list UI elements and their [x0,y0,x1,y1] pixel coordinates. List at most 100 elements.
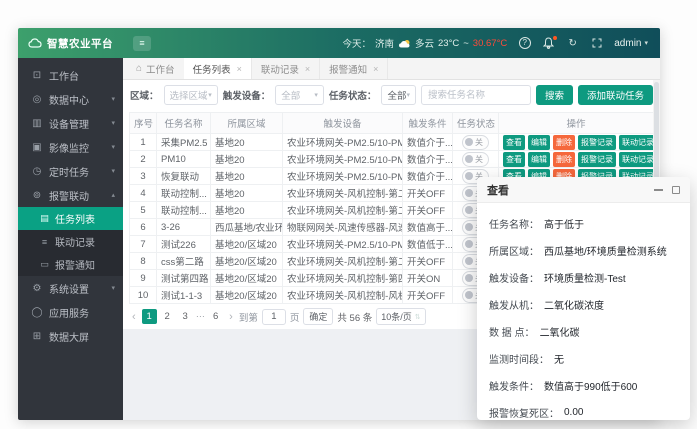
cell-no: 3 [130,168,157,185]
table-head-row: 序号任务名称所属区域触发设备触发条件任务状态操作 [130,113,654,134]
weather-temp-high: 30.67°C [473,38,507,49]
close-icon[interactable]: × [237,64,242,74]
modal-field: 监测时间段：无 [489,345,678,372]
refresh-button[interactable]: ↻ [566,37,579,50]
cell-device: 农业环境网关-风机控制-第二路 [283,185,403,202]
cell-region: 基地20/区域20 [211,236,283,253]
goto-label: 到第 [239,310,258,324]
column-header: 触发设备 [283,113,403,134]
cell-actions: 查看编辑删除报警记录联动记录 [499,134,654,151]
view-button[interactable]: 查看 [503,152,525,167]
cell-condition: 数值介于... [403,151,453,168]
sidebar-item-data-center[interactable]: ◎数据中心▾ [18,87,123,111]
cell-task-name: 联动控制... [157,185,211,202]
status-toggle[interactable]: 关 [462,135,489,150]
sidebar-item-scheduled-tasks[interactable]: ◷定时任务▾ [18,159,123,183]
close-icon[interactable]: × [305,64,310,74]
data-screen-icon: ⊞ [31,331,43,342]
cell-no: 8 [130,253,157,270]
sidebar-item-workbench[interactable]: ⊡工作台 [18,63,123,87]
question-icon: ? [519,37,531,49]
edit-button[interactable]: 编辑 [528,152,550,167]
prev-page-button[interactable]: ‹ [130,311,138,323]
sidebar-item-video-monitor[interactable]: ▣影像监控▾ [18,135,123,159]
tab-alarm-notice[interactable]: 报警通知× [320,58,388,79]
cell-device: 农业环境网关-PM2.5/10-PM2.5 [283,168,403,185]
filter-bar: 区域： 选择区域 ▾ 触发设备： 全部 ▾ 任务状态： 全部 ▾ [123,80,660,110]
delete-button[interactable]: 删除 [553,135,575,150]
chevron-down-icon: ▾ [111,167,115,175]
scheduled-task-icon: ◷ [31,166,43,177]
chevron-down-icon: ▾ [314,91,318,99]
help-button[interactable]: ? [518,37,531,50]
weather-tilde: ~ [463,38,469,49]
search-button[interactable]: 搜索 [536,85,573,105]
notifications-button[interactable] [542,37,555,50]
page-1[interactable]: 1 [142,309,157,324]
cell-no: 2 [130,151,157,168]
cell-condition: 开关OFF [403,185,453,202]
page-6[interactable]: 6 [208,309,223,324]
cell-device: 农业环境网关-风机控制-第二路 [283,202,403,219]
cell-task-name: PM10 [157,151,211,168]
linkage-record-button[interactable]: 联动记录 [619,135,654,150]
edit-button[interactable]: 编辑 [528,135,550,150]
search-input[interactable] [421,85,531,105]
total-count: 共 56 条 [337,310,372,324]
status-toggle[interactable]: 关 [462,152,489,167]
goto-confirm-button[interactable]: 确定 [303,308,333,325]
cell-region: 基地20/区域20 [211,253,283,270]
next-page-button[interactable]: › [227,311,235,323]
close-icon[interactable]: × [373,64,378,74]
notification-badge [553,36,557,40]
sidebar-subitem-linkage-records[interactable]: ≡联动记录 [18,230,123,253]
app-header: 智慧农业平台 ≡ 今天： 济南 多云 23°C ~ 30.67°C [18,28,660,58]
home-icon: ⌂ [136,63,142,74]
tab-linkage-records[interactable]: 联动记录× [252,58,320,79]
tab-workbench[interactable]: ⌂工作台 [127,58,184,79]
sidebar-menu: ⊡工作台◎数据中心▾▥设备管理▾▣影像监控▾◷定时任务▾⊚报警联动▴▤任务列表≡… [18,58,123,348]
chevron-down-icon: ▾ [111,284,115,292]
maximize-icon[interactable] [672,186,680,194]
page-2[interactable]: 2 [160,309,175,324]
page-size-select[interactable]: 10条/页 ⇅ [376,308,425,325]
region-select[interactable]: 选择区域 ▾ [164,85,218,105]
sidebar-subitem-task-list[interactable]: ▤任务列表 [18,207,123,230]
cell-device: 农业环境网关-PM2.5/10-PM2.5 [283,236,403,253]
delete-button[interactable]: 删除 [553,152,575,167]
table-row: 1采集PM2.5基地20农业环境网关-PM2.5/10-PM2.5数值介于...… [130,134,654,151]
system-settings-icon: ⚙ [31,283,43,294]
device-select[interactable]: 全部 ▾ [275,85,324,105]
sidebar: ⊡工作台◎数据中心▾▥设备管理▾▣影像监控▾◷定时任务▾⊚报警联动▴▤任务列表≡… [18,58,123,420]
fullscreen-button[interactable] [590,37,603,50]
sidebar-collapse-button[interactable]: ≡ [133,36,151,51]
app-service-icon: ◯ [31,307,43,318]
alarm-record-button[interactable]: 报警记录 [578,135,616,150]
sidebar-subitem-alarm-notice[interactable]: ▭报警通知 [18,253,123,276]
page-ellipsis: … [196,309,206,324]
add-linkage-task-button[interactable]: 添加联动任务 [578,85,653,105]
view-button[interactable]: 查看 [503,135,525,150]
weather-condition: 多云 [415,36,434,50]
sidebar-item-alarm-linkage[interactable]: ⊚报警联动▴ [18,183,123,207]
goto-page-input[interactable] [262,309,286,325]
linkage-record-button[interactable]: 联动记录 [619,152,654,167]
cell-condition: 数值高于... [403,219,453,236]
tab-task-list[interactable]: 任务列表× [184,58,252,79]
minimize-icon[interactable] [654,189,663,191]
updown-arrows-icon: ⇅ [415,313,421,321]
modal-field: 任务名称：高于低于 [489,210,678,237]
cell-no: 9 [130,270,157,287]
sidebar-item-device-management[interactable]: ▥设备管理▾ [18,111,123,135]
sidebar-item-system-settings[interactable]: ⚙系统设置▾ [18,276,123,300]
toggle-dot-icon [465,189,473,197]
header-right: 今天： 济南 多云 23°C ~ 30.67°C ? [342,36,660,50]
sidebar-item-data-screen[interactable]: ⊞数据大屏 [18,324,123,348]
alarm-record-button[interactable]: 报警记录 [578,152,616,167]
user-menu[interactable]: admin ▾ [614,38,648,49]
sidebar-item-app-services[interactable]: ◯应用服务 [18,300,123,324]
cell-device: 农业环境网关-风机控制-第四路 [283,270,403,287]
status-select[interactable]: 全部 ▾ [381,85,416,105]
page-3[interactable]: 3 [178,309,193,324]
cell-task-name: 联动控制... [157,202,211,219]
